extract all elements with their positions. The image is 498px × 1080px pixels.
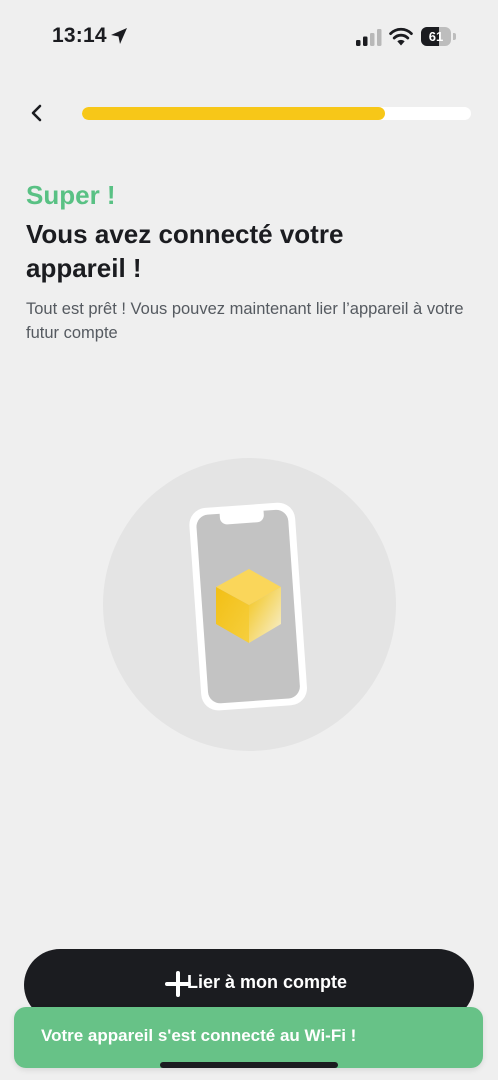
- link-account-label: Lier à mon compte: [187, 972, 348, 992]
- page-subtitle: Tout est prêt ! Vous pouvez maintenant l…: [26, 300, 464, 342]
- home-indicator[interactable]: [160, 1062, 338, 1068]
- wifi-icon: [389, 27, 413, 46]
- phone-with-cube-illustration: [103, 458, 396, 751]
- progress-fill: [82, 107, 386, 120]
- status-bar: 13:14 61: [0, 0, 498, 74]
- battery-body: 61: [421, 27, 451, 46]
- chevron-left-icon: [31, 104, 42, 122]
- wifi-connected-toast[interactable]: Votre appareil s'est connecté au Wi-Fi !: [14, 1007, 483, 1068]
- onboarding-progress-bar: [82, 107, 471, 120]
- toast-message: Votre appareil s'est connecté au Wi-Fi !: [41, 1026, 357, 1045]
- status-time: 13:14: [52, 24, 107, 47]
- battery-tip: [453, 33, 456, 40]
- battery-indicator: 61: [421, 27, 457, 46]
- location-arrow-icon: [111, 28, 127, 44]
- cellular-signal-icon: [356, 29, 382, 46]
- back-button[interactable]: [22, 98, 52, 128]
- battery-level: 61: [428, 29, 444, 44]
- page-title: Vous avez connecté votre appareil !: [26, 219, 344, 283]
- success-eyebrow: Super !: [26, 180, 116, 210]
